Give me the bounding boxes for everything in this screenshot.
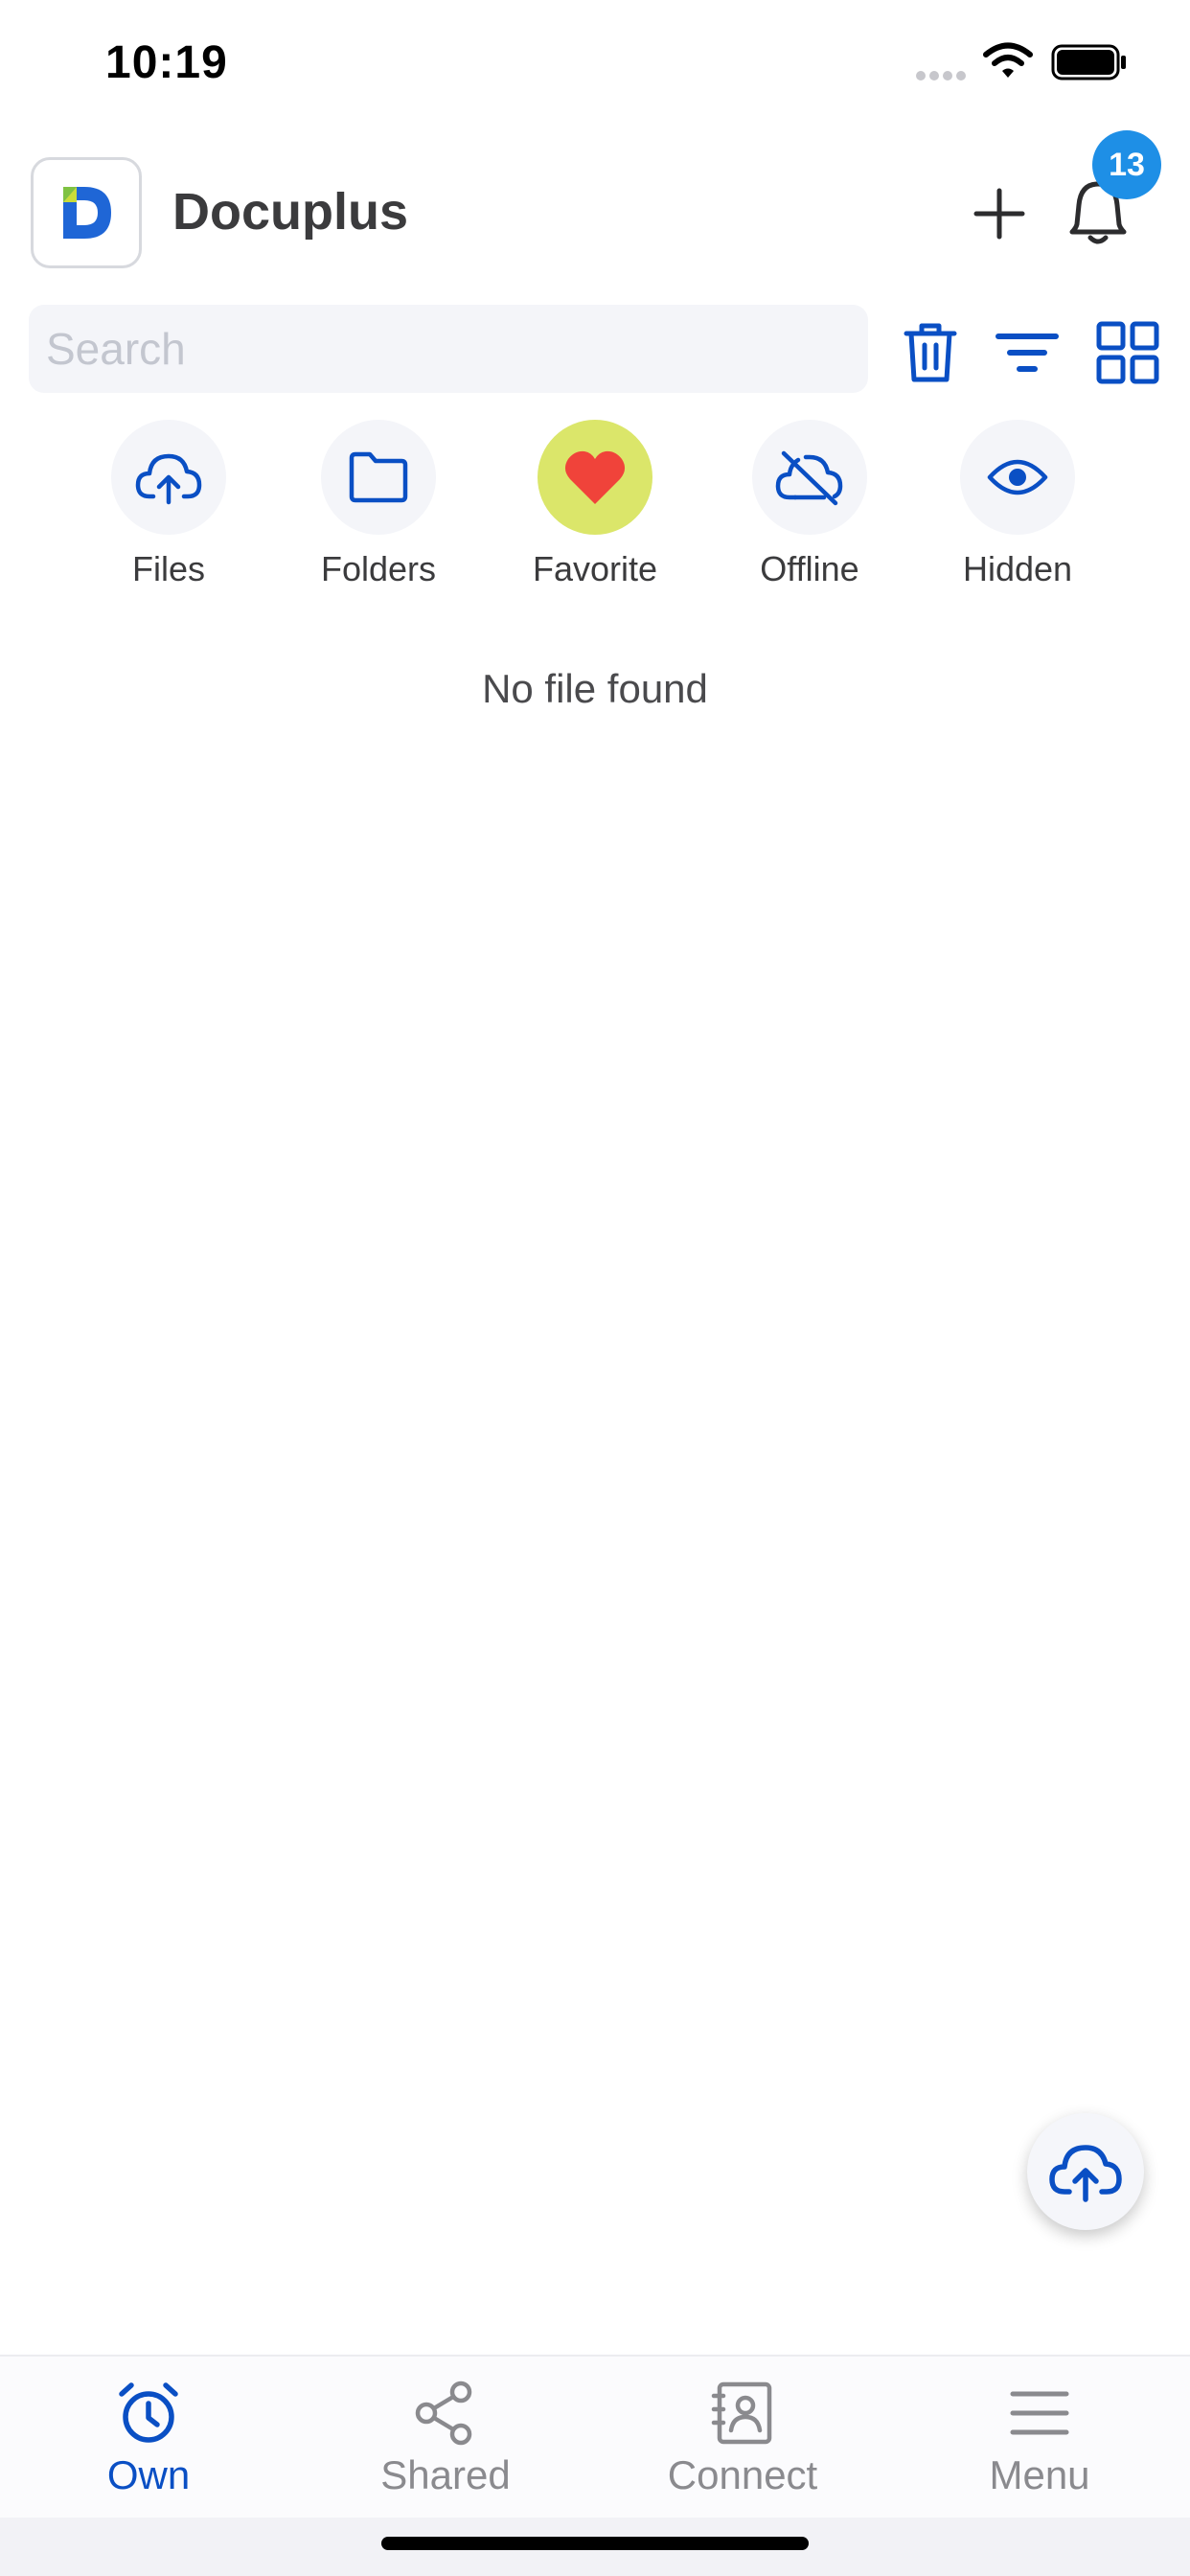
hamburger-menu-icon (891, 2380, 1188, 2447)
tab-connect[interactable]: Connect (594, 2357, 891, 2519)
add-button[interactable] (968, 182, 1031, 245)
notification-badge: 13 (1092, 130, 1161, 199)
tab-own[interactable]: Own (0, 2357, 297, 2519)
plus-icon (973, 188, 1025, 240)
category-folders[interactable]: Folders (283, 420, 474, 602)
app-logo (31, 157, 142, 268)
category-label: Files (131, 549, 205, 588)
category-hidden[interactable]: Hidden (922, 420, 1113, 602)
category-label: Folders (320, 549, 437, 588)
cloud-off-icon (752, 420, 867, 535)
category-files[interactable]: Files (73, 420, 264, 602)
tab-menu[interactable]: Menu (891, 2357, 1188, 2519)
cloud-upload-icon (111, 420, 226, 535)
category-label: Hidden (962, 549, 1073, 588)
empty-state-message: No file found (482, 666, 708, 711)
share-icon (297, 2380, 594, 2447)
heart-icon (538, 420, 652, 535)
tab-label: Menu (989, 2452, 1090, 2497)
status-bar: 10:19 (0, 0, 1190, 129)
category-favorite[interactable]: Favorite (499, 420, 691, 602)
trash-icon (904, 323, 957, 382)
category-label: Offline (760, 549, 859, 588)
category-label: Favorite (532, 549, 658, 588)
tab-label: Shared (380, 2452, 511, 2497)
battery-icon (1051, 44, 1128, 85)
wifi-icon (983, 42, 1033, 85)
contacts-icon (594, 2380, 891, 2447)
eye-icon (960, 420, 1075, 535)
status-time: 10:19 (105, 37, 228, 88)
cellular-signal-icon (915, 69, 971, 86)
app-name: Docuplus (172, 183, 409, 241)
filter-button[interactable] (991, 316, 1064, 389)
search-field[interactable] (29, 305, 868, 393)
cloud-upload-icon (1049, 2145, 1122, 2202)
category-offline[interactable]: Offline (714, 420, 905, 602)
home-indicator[interactable] (381, 2537, 809, 2550)
bottom-tab-bar: Own Shared Connect Menu (0, 2355, 1190, 2518)
tab-label: Connect (667, 2452, 818, 2497)
alarm-clock-icon (0, 2380, 297, 2447)
filter-icon (995, 334, 1059, 372)
folder-icon (321, 420, 436, 535)
tab-label: Own (106, 2452, 191, 2497)
grid-view-button[interactable] (1092, 316, 1163, 389)
search-input[interactable] (29, 305, 868, 393)
trash-button[interactable] (897, 316, 964, 389)
grid-icon (1096, 321, 1159, 384)
upload-fab-button[interactable] (1027, 2113, 1144, 2230)
tab-shared[interactable]: Shared (297, 2357, 594, 2519)
app-header: Docuplus 13 (0, 130, 1190, 288)
